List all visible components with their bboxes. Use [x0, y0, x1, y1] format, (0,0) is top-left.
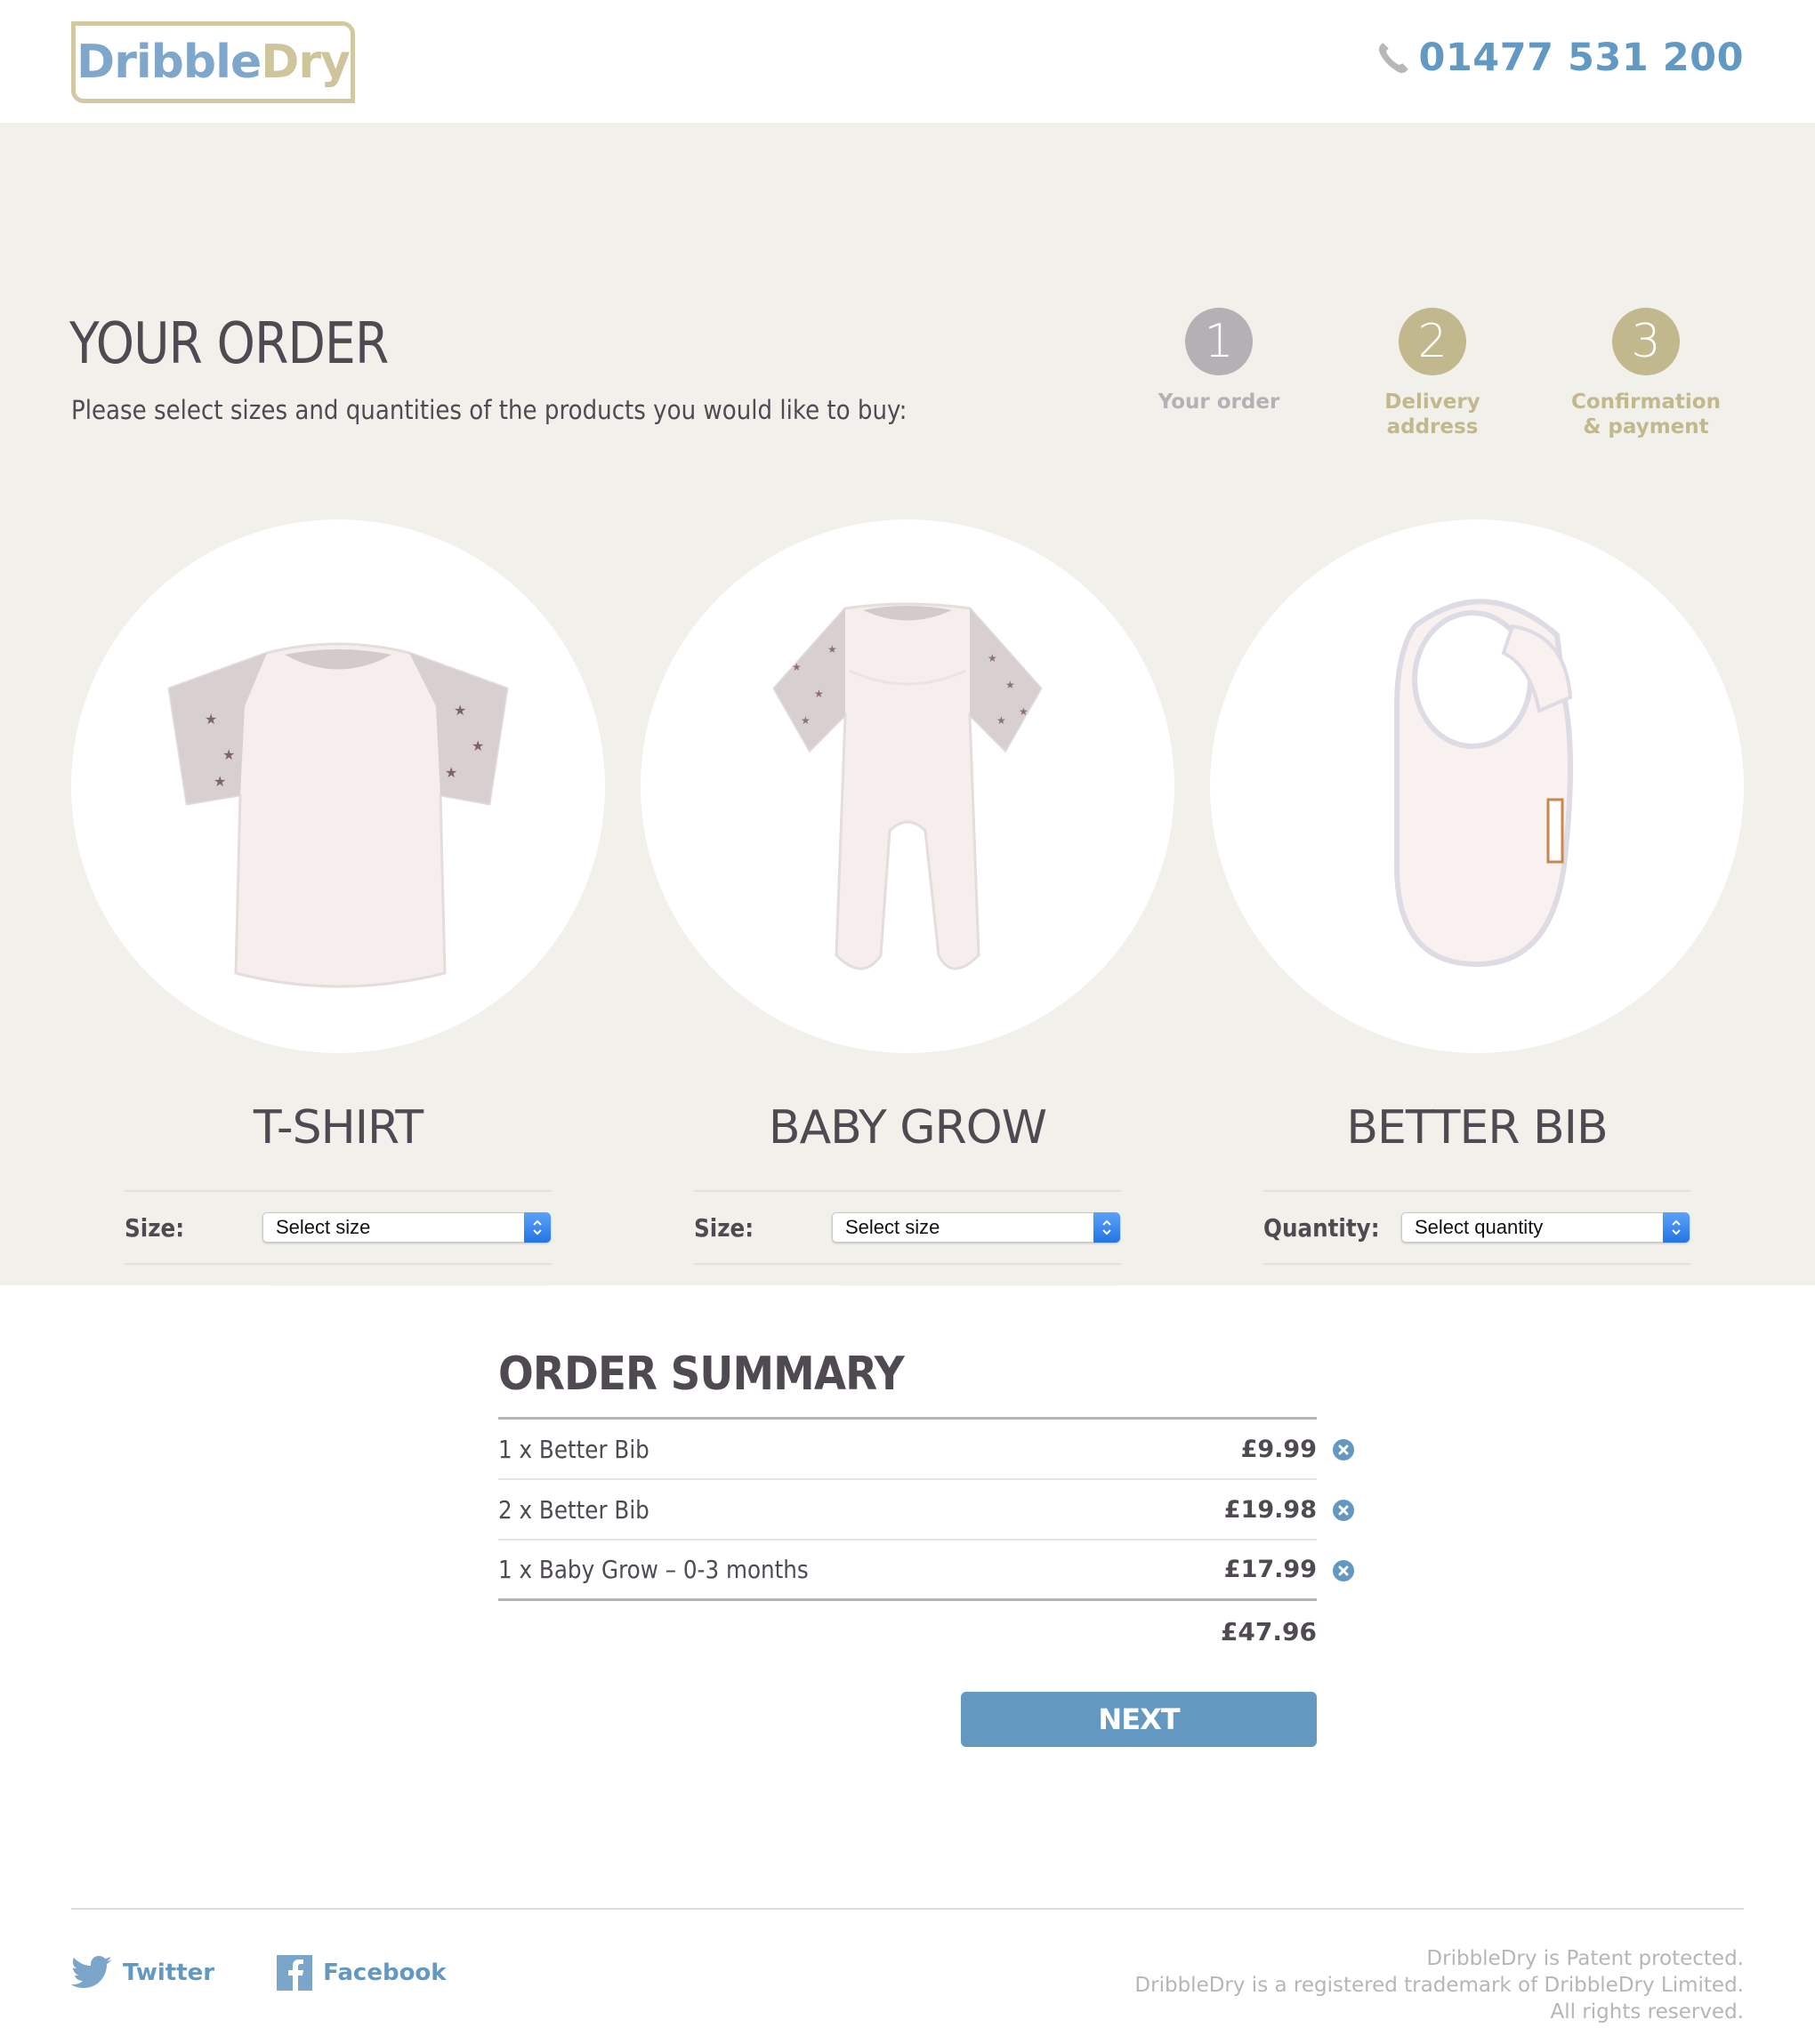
step-label: Delivery address [1326, 390, 1539, 439]
legal-line: DribbleDry is Patent protected. [1426, 1947, 1744, 1970]
svg-text:★: ★ [801, 714, 811, 727]
item-description: 1 x Baby Grow – 0-3 months [498, 1555, 809, 1584]
product-better-bib: BETTER BIB Quantity: Select quantity [1210, 519, 1744, 1338]
bib-image [1394, 599, 1573, 968]
product-image-frame: ★ ★ ★ ★ ★ ★ ★ ★ [641, 519, 1174, 1053]
site-header: Dribble Dry 01477 531 200 [0, 0, 1815, 123]
step-label: Your order [1112, 390, 1326, 414]
product-image-frame: ★ ★ ★ ★ ★ ★ [71, 519, 605, 1053]
tshirt-image: ★ ★ ★ ★ ★ ★ [167, 642, 509, 988]
product-image-frame [1210, 519, 1744, 1053]
social-links: Twitter Facebook [71, 1954, 447, 1992]
dribbledry-logo[interactable]: Dribble Dry [71, 21, 355, 103]
twitter-link[interactable]: Twitter [71, 1954, 214, 1992]
svg-text:★: ★ [472, 739, 484, 754]
product-tshirt: ★★★ ★★★ T-SHIRT Size: Select size Quanti… [71, 519, 605, 1338]
facebook-icon [277, 1955, 313, 1991]
logo-text-dry: Dry [261, 36, 351, 89]
facebook-link[interactable]: Facebook [271, 1954, 447, 1992]
step-number-1: 1 [1185, 308, 1253, 375]
select-arrows-icon[interactable] [1093, 1212, 1120, 1243]
order-instructions: Please select sizes and quantities of th… [71, 395, 908, 425]
footer-divider [71, 1908, 1744, 1910]
checkout-steps: 1 Your order 2 Delivery address 3 Confirm… [1112, 308, 1753, 439]
product-list: ★ ★ ★ ★ ★ ★ T-SHIRT Size: Select size Quanti… [71, 519, 1744, 1338]
remove-item-icon[interactable] [1333, 1500, 1354, 1521]
twitter-icon [71, 1956, 112, 1988]
item-price: £9.99 [1240, 1435, 1317, 1463]
select-arrows-icon[interactable] [1663, 1212, 1690, 1243]
legal-text: DribbleDry is Patent protected. DribbleD… [1134, 1945, 1744, 2025]
quantity-select-value: Select quantity [1415, 1216, 1544, 1238]
size-select-value: Select size [276, 1216, 371, 1238]
phone-icon [1379, 43, 1409, 74]
legal-line: All rights reserved. [1550, 2000, 1744, 2024]
babygrow-image: ★ ★ ★ ★ ★ ★ ★ ★ [772, 602, 1043, 970]
svg-text:★: ★ [454, 704, 466, 719]
next-button[interactable]: NEXT [961, 1692, 1317, 1747]
quantity-field: Quantity: Select quantity [1263, 1192, 1690, 1265]
product-name: BETTER BIB [1346, 1101, 1608, 1155]
summary-list: 1 x Better Bib £9.99 2 x Better Bib £19.… [498, 1417, 1354, 1601]
select-arrows-icon[interactable] [524, 1212, 551, 1243]
size-field: Size: Select size [125, 1192, 552, 1265]
step-label-line2: address [1386, 415, 1479, 439]
twitter-label: Twitter [123, 1960, 215, 1986]
step-label-line2: & payment [1583, 415, 1709, 439]
size-label: Size: [694, 1212, 754, 1243]
step-label-line1: Confirmation [1571, 390, 1721, 414]
page-title: YOUR ORDER [69, 311, 389, 377]
quantity-label: Quantity: [1263, 1212, 1380, 1243]
step-delivery-address: 2 Delivery address [1326, 308, 1539, 439]
order-section: YOUR ORDER Please select sizes and quant… [0, 123, 1815, 1338]
item-description: 1 x Better Bib [498, 1434, 649, 1464]
item-price: £17.99 [1223, 1556, 1317, 1583]
legal-line: DribbleDry is a registered trademark of … [1134, 1974, 1744, 1997]
step-your-order: 1 Your order [1112, 308, 1326, 439]
step-number-3: 3 [1612, 308, 1680, 375]
remove-item-icon[interactable] [1333, 1439, 1354, 1461]
size-select[interactable]: Select size [262, 1212, 551, 1243]
size-label: Size: [125, 1212, 185, 1243]
summary-item: 2 x Better Bib £19.98 [498, 1480, 1354, 1541]
svg-text:★: ★ [222, 748, 235, 763]
product-name: T-SHIRT [253, 1101, 424, 1155]
phone-number-text: 01477 531 200 [1418, 36, 1744, 80]
summary-title: ORDER SUMMARY [498, 1348, 905, 1401]
svg-text:★: ★ [1005, 679, 1015, 691]
svg-text:★: ★ [205, 712, 217, 728]
size-select-value: Select size [845, 1216, 940, 1238]
quantity-select[interactable]: Select quantity [1401, 1212, 1690, 1243]
step-label-line1: Delivery [1384, 390, 1480, 414]
product-options: Quantity: Select quantity [1263, 1190, 1690, 1265]
product-name: BABY GROW [768, 1101, 1047, 1155]
item-description: 2 x Better Bib [498, 1494, 649, 1525]
remove-item-icon[interactable] [1333, 1560, 1354, 1581]
svg-text:★: ★ [214, 775, 226, 790]
svg-text:★: ★ [1019, 705, 1028, 718]
svg-text:★: ★ [827, 643, 837, 656]
step-confirmation-payment: 3 Confirmation & payment [1539, 308, 1753, 439]
order-summary-section: ORDER SUMMARY 1 x Better Bib £9.99 2 x B… [0, 1285, 1815, 1908]
svg-text:★: ★ [445, 766, 457, 781]
item-price: £19.98 [1223, 1495, 1317, 1524]
summary-item: 1 x Baby Grow – 0-3 months £17.99 [498, 1541, 1354, 1601]
phone-number[interactable]: 01477 531 200 [1375, 36, 1744, 80]
order-summary: ORDER SUMMARY 1 x Better Bib £9.99 2 x B… [498, 1348, 1354, 1747]
logo-text-dribble: Dribble [77, 36, 262, 89]
site-footer: Twitter Facebook DribbleDry is Patent pr… [0, 1908, 1815, 2044]
svg-text:★: ★ [814, 688, 824, 700]
facebook-label: Facebook [323, 1960, 447, 1986]
step-label: Confirmation & payment [1539, 390, 1753, 439]
order-total: £47.96 [1220, 1617, 1317, 1646]
step-number-2: 2 [1399, 308, 1466, 375]
product-baby-grow: ★★★★ ★★★★ BABY GROW Size: Select size Qu… [641, 519, 1174, 1338]
summary-item: 1 x Better Bib £9.99 [498, 1420, 1354, 1480]
svg-text:★: ★ [996, 714, 1006, 727]
size-field: Size: Select size [694, 1192, 1121, 1265]
svg-text:★: ★ [792, 661, 802, 673]
size-select[interactable]: Select size [832, 1212, 1120, 1243]
step-label-line1: Your order [1158, 390, 1280, 414]
svg-text:★: ★ [988, 652, 997, 664]
